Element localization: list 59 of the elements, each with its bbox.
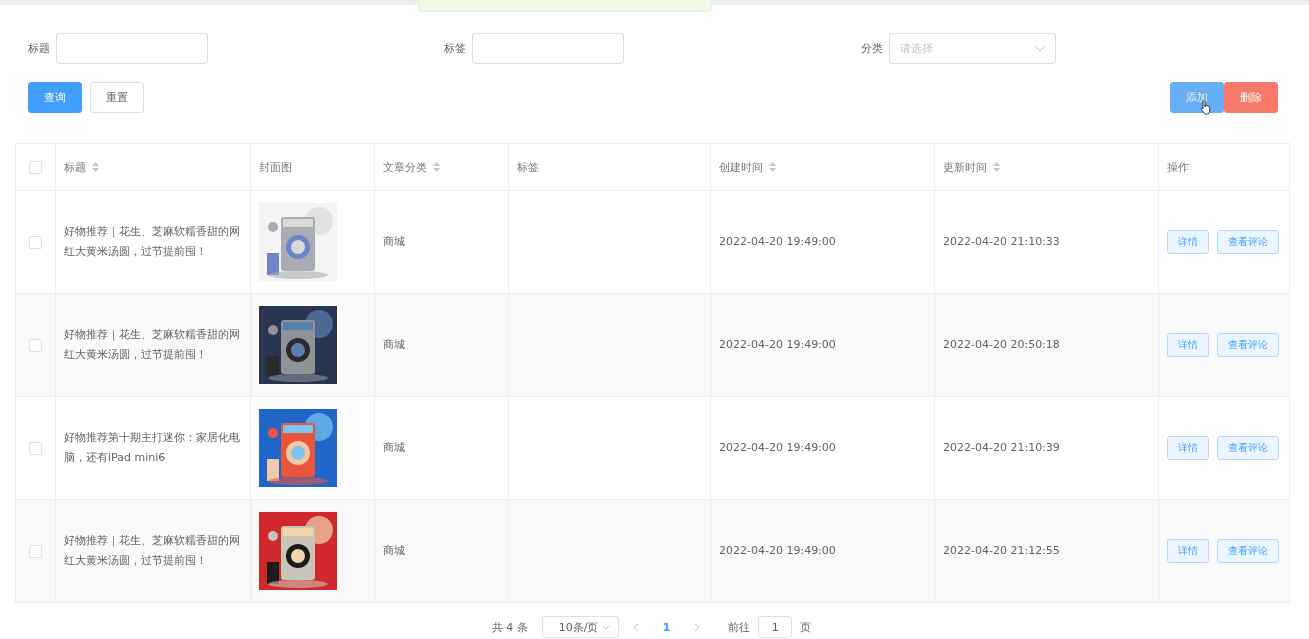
- input-field[interactable]: [56, 33, 208, 64]
- page-number[interactable]: 1: [652, 620, 681, 634]
- column-header: 创建时间: [719, 159, 763, 175]
- checkbox[interactable]: [29, 544, 42, 558]
- filter-label: 分类: [861, 41, 883, 56]
- row-action-button[interactable]: 详情: [1167, 436, 1209, 460]
- table-cell-text: 2022-04-20 19:49:00: [719, 234, 836, 250]
- table-cell-text: 2022-04-20 21:12:55: [943, 543, 1060, 559]
- table-cell-text: 2022-04-20 20:50:18: [943, 337, 1060, 353]
- row-action-button[interactable]: 详情: [1167, 333, 1209, 357]
- row-action-button[interactable]: 查看评论: [1217, 230, 1279, 254]
- column-header: 文章分类: [383, 159, 427, 175]
- filter-label: 标题: [28, 41, 50, 56]
- table-cell-text: 好物推荐｜花生、芝麻软糯香甜的网红大黄米汤圆，过节提前囤！: [64, 533, 241, 569]
- next-page-icon[interactable]: [694, 622, 701, 632]
- column-header: 封面图: [259, 159, 292, 175]
- sort-icon[interactable]: [993, 162, 1000, 172]
- row-action-button[interactable]: 详情: [1167, 539, 1209, 563]
- column-header: 标签: [517, 159, 539, 175]
- checkbox[interactable]: [29, 160, 42, 174]
- table-cell-text: 商城: [383, 543, 405, 559]
- filter-label: 标签: [444, 41, 466, 56]
- table-cell-text: 2022-04-20 19:49:00: [719, 440, 836, 456]
- column-header: 标题: [64, 159, 86, 175]
- table-cell-text: 2022-04-20 21:10:33: [943, 234, 1060, 250]
- input-field[interactable]: [472, 33, 624, 64]
- table-cell-text: 2022-04-20 21:10:39: [943, 440, 1060, 456]
- toolbar-button[interactable]: 查询: [28, 82, 82, 113]
- toolbar-button[interactable]: 添加: [1170, 82, 1224, 113]
- column-header: 操作: [1167, 159, 1189, 175]
- column-header: 更新时间: [943, 159, 987, 175]
- checkbox[interactable]: [29, 441, 42, 455]
- page-input[interactable]: 1: [758, 616, 793, 638]
- page-size-select[interactable]: 10条/页: [541, 616, 619, 638]
- chevron-down-icon: [1035, 45, 1045, 52]
- row-action-button[interactable]: 查看评论: [1217, 333, 1279, 357]
- page-unit: 页: [800, 619, 812, 635]
- table-cell-text: 2022-04-20 19:49:00: [719, 543, 836, 559]
- table-cell-text: 商城: [383, 440, 405, 456]
- table-cell-text: 商城: [383, 337, 405, 353]
- checkbox[interactable]: [29, 338, 42, 352]
- row-action-button[interactable]: 查看评论: [1217, 539, 1279, 563]
- sort-icon[interactable]: [92, 162, 99, 172]
- goto-label: 前往: [728, 619, 751, 635]
- previous-page-icon[interactable]: [632, 622, 639, 632]
- sort-icon[interactable]: [433, 162, 440, 172]
- checkbox[interactable]: [29, 235, 42, 249]
- row-action-button[interactable]: 查看评论: [1217, 436, 1279, 460]
- sort-icon[interactable]: [769, 162, 776, 172]
- table-cell-text: 好物推荐｜花生、芝麻软糯香甜的网红大黄米汤圆，过节提前囤！: [64, 327, 241, 363]
- table-cell-text: 好物推荐第十期主打迷你：家居化电脑，还有iPad mini6: [64, 430, 241, 466]
- row-action-button[interactable]: 详情: [1167, 230, 1209, 254]
- table-cell-text: 好物推荐｜花生、芝麻软糯香甜的网红大黄米汤圆，过节提前囤！: [64, 224, 241, 260]
- chevron-down-icon: [601, 624, 610, 630]
- table-cell-text: 商城: [383, 234, 405, 250]
- total-count: 共 4 条: [491, 619, 528, 635]
- toolbar-button[interactable]: 重置: [90, 82, 144, 113]
- toolbar-button[interactable]: 删除: [1224, 82, 1278, 113]
- table-cell-text: 2022-04-20 19:49:00: [719, 337, 836, 353]
